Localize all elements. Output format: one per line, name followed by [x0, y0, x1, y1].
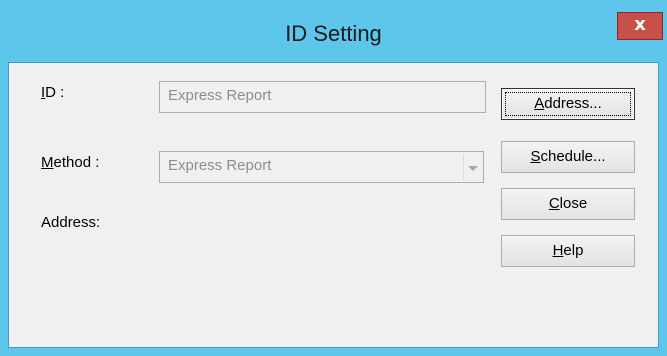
method-dropdown-button[interactable]: [463, 154, 481, 180]
dialog-title: ID Setting: [285, 21, 382, 46]
id-field[interactable]: Express Report: [159, 81, 486, 113]
close-button-label: lose: [559, 195, 588, 212]
address-button-accelerator: A: [534, 95, 545, 112]
title-bar[interactable]: ID Setting x: [0, 0, 667, 62]
address-button[interactable]: Address...: [501, 88, 635, 120]
dialog-client-area: ID : Express Report Method : Express Rep…: [8, 62, 659, 348]
method-select-value: Express Report: [168, 157, 272, 174]
close-button-accelerator: C: [548, 195, 560, 212]
id-field-value: Express Report: [168, 87, 272, 104]
id-label: ID :: [41, 84, 64, 102]
method-select[interactable]: Express Report: [159, 151, 484, 183]
schedule-button[interactable]: Schedule...: [501, 141, 635, 173]
address-button-label: ddress...: [544, 95, 602, 112]
close-window-button[interactable]: x: [617, 12, 663, 40]
help-button[interactable]: Help: [501, 235, 635, 267]
help-button-label: elp: [563, 242, 584, 259]
schedule-button-accelerator: S: [530, 148, 541, 165]
method-label: Method :: [41, 154, 99, 172]
help-button-accelerator: H: [552, 242, 564, 259]
method-label-accelerator: M: [41, 154, 54, 171]
chevron-down-icon: [468, 166, 478, 171]
schedule-button-label: chedule...: [540, 148, 606, 165]
address-label: Address:: [41, 214, 101, 231]
id-setting-dialog: ID Setting x ID : Express Report Method …: [0, 0, 667, 356]
close-button[interactable]: Close: [501, 188, 635, 220]
method-label-text: ethod :: [53, 154, 100, 171]
id-label-text: D :: [45, 84, 65, 101]
